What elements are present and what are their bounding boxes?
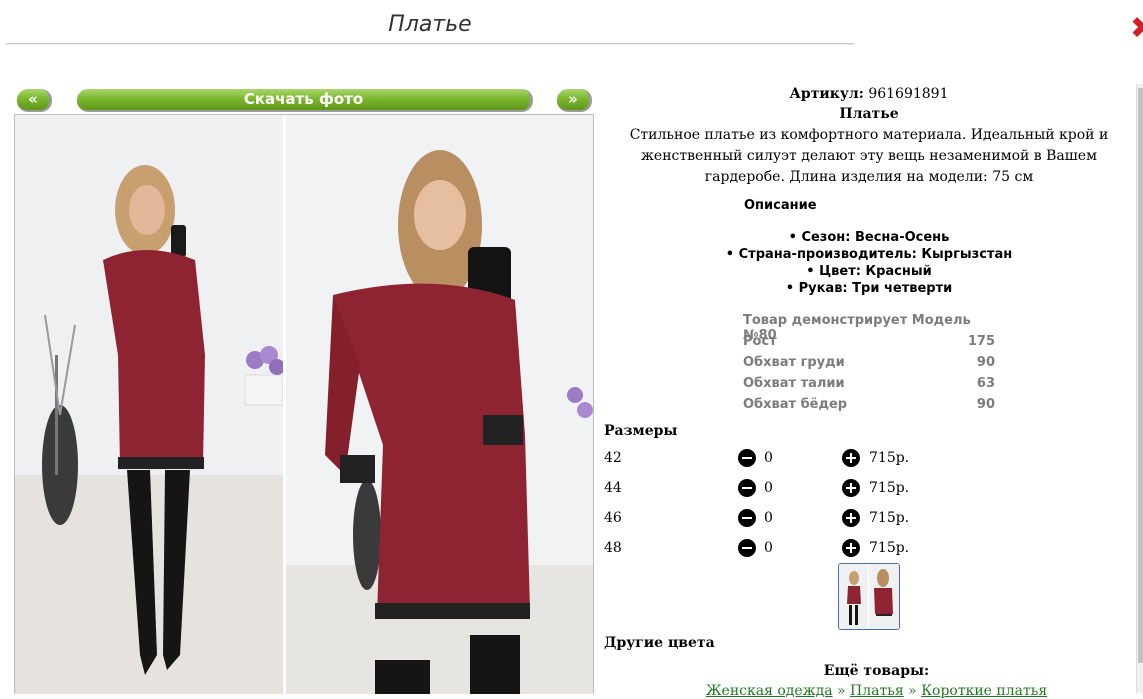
minus-icon[interactable] [738,479,756,497]
minus-icon[interactable] [738,509,756,527]
size-label: 44 [604,480,622,496]
size-qty: 0 [764,510,773,526]
sizes-heading: Размеры [604,423,678,439]
product-name: Платье [839,106,899,122]
model-row: Обхват груди 90 [743,355,995,370]
article-value: 961691891 [868,86,949,102]
spec-season: Сезон: Весна-Осень [604,229,1134,246]
size-price: 715р. [869,480,910,496]
plus-icon[interactable] [842,479,860,497]
size-row: 44 0 715р. [604,478,924,500]
model-heading: Товар демонстрирует Модель №80 [743,313,971,343]
size-label: 48 [604,540,622,556]
size-label: 46 [604,510,622,526]
size-qty: 0 [764,540,773,556]
close-icon[interactable]: ✖ [1130,14,1143,44]
spec-color: Цвет: Красный [604,263,1134,280]
info-scrollbar[interactable] [1136,84,1143,693]
scrollbar-thumb[interactable] [1138,88,1143,663]
minus-icon[interactable] [738,539,756,557]
model-row: Обхват талии 63 [743,376,995,391]
model-row: Рост 175 [743,334,995,349]
prev-photo-button[interactable]: « [17,89,52,112]
breadcrumb-link[interactable]: Платья [850,683,904,699]
product-description: Стильное платье из комфортного материала… [629,127,1109,185]
size-row: 42 0 715р. [604,448,924,470]
spec-country: Страна-производитель: Кыргызстан [604,246,1134,263]
article-line: Артикул: 961691891 [604,86,1134,102]
size-qty: 0 [764,450,773,466]
product-photo[interactable] [14,114,594,694]
breadcrumb-separator: » [837,683,846,699]
specs-list: Сезон: Весна-Осень Страна-производитель:… [604,229,1134,297]
breadcrumb: Женская одежда » Платья » Короткие плать… [604,683,1143,699]
minus-icon[interactable] [738,449,756,467]
download-photo-button[interactable]: Скачать фото [77,89,533,112]
size-price: 715р. [869,540,910,556]
more-products-heading: Ещё товары: [823,663,930,679]
size-price: 715р. [869,510,910,526]
size-row: 46 0 715р. [604,508,924,530]
next-photo-button[interactable]: » [557,89,592,112]
photo-thumbnail[interactable] [838,563,900,630]
specs-heading: Описание [744,198,817,213]
size-row: 48 0 715р. [604,538,924,560]
model-row: Обхват бёдер 90 [743,397,995,412]
breadcrumb-link[interactable]: Женская одежда [706,683,833,699]
size-qty: 0 [764,480,773,496]
title-divider [6,43,854,45]
size-label: 42 [604,450,622,466]
page-title: Платье [388,12,472,37]
size-price: 715р. [869,450,910,466]
breadcrumb-link[interactable]: Короткие платья [921,683,1047,699]
plus-icon[interactable] [842,539,860,557]
breadcrumb-separator: » [908,683,917,699]
model-table: Товар демонстрирует Модель №80 Рост 175 О… [743,313,995,418]
plus-icon[interactable] [842,449,860,467]
article-label: Артикул: [789,86,864,102]
spec-sleeve: Рукав: Три четверти [604,280,1134,297]
other-colors-heading: Другие цвета [604,635,715,651]
plus-icon[interactable] [842,509,860,527]
